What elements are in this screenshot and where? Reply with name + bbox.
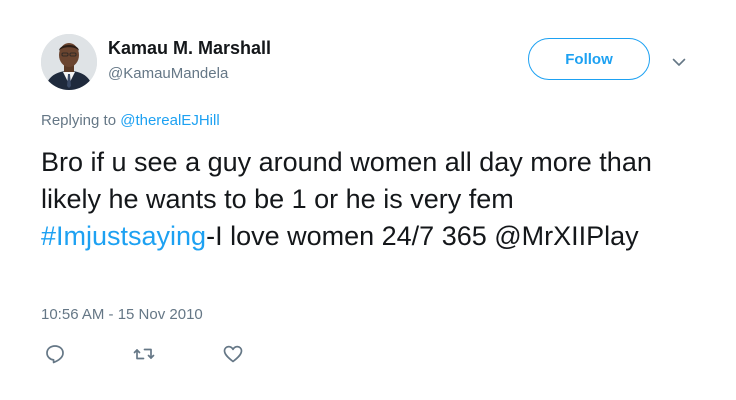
author-display-name[interactable]: Kamau M. Marshall — [108, 38, 271, 59]
tweet-timestamp[interactable]: 10:56 AM - 15 Nov 2010 — [41, 306, 203, 323]
follow-button[interactable]: Follow — [528, 38, 650, 80]
reply-button[interactable] — [44, 343, 66, 365]
tweet-text: Bro if u see a guy around women all day … — [41, 144, 691, 255]
retweet-button[interactable] — [133, 343, 155, 365]
reply-prefix: Replying to — [41, 112, 121, 129]
tweet-actions — [44, 343, 311, 365]
hashtag-link[interactable]: #Imjustsaying — [41, 221, 206, 251]
tweet-card: Kamau M. Marshall @KamauMandela Follow R… — [0, 0, 736, 400]
reply-context: Replying to @therealEJHill — [41, 112, 220, 129]
tweet-text-part1: Bro if u see a guy around women all day … — [41, 147, 652, 214]
profile-photo — [41, 34, 97, 90]
avatar[interactable] — [41, 34, 97, 90]
reply-mention-link[interactable]: @therealEJHill — [120, 112, 219, 129]
retweet-icon — [133, 348, 155, 360]
tweet-text-part2: -I love women 24/7 365 @MrXIIPlay — [206, 221, 639, 251]
chevron-down-icon — [672, 58, 686, 66]
more-options-button[interactable] — [670, 55, 688, 69]
like-button[interactable] — [222, 343, 244, 365]
author-handle[interactable]: @KamauMandela — [108, 65, 228, 82]
reply-icon — [46, 345, 64, 364]
heart-icon — [223, 345, 243, 363]
